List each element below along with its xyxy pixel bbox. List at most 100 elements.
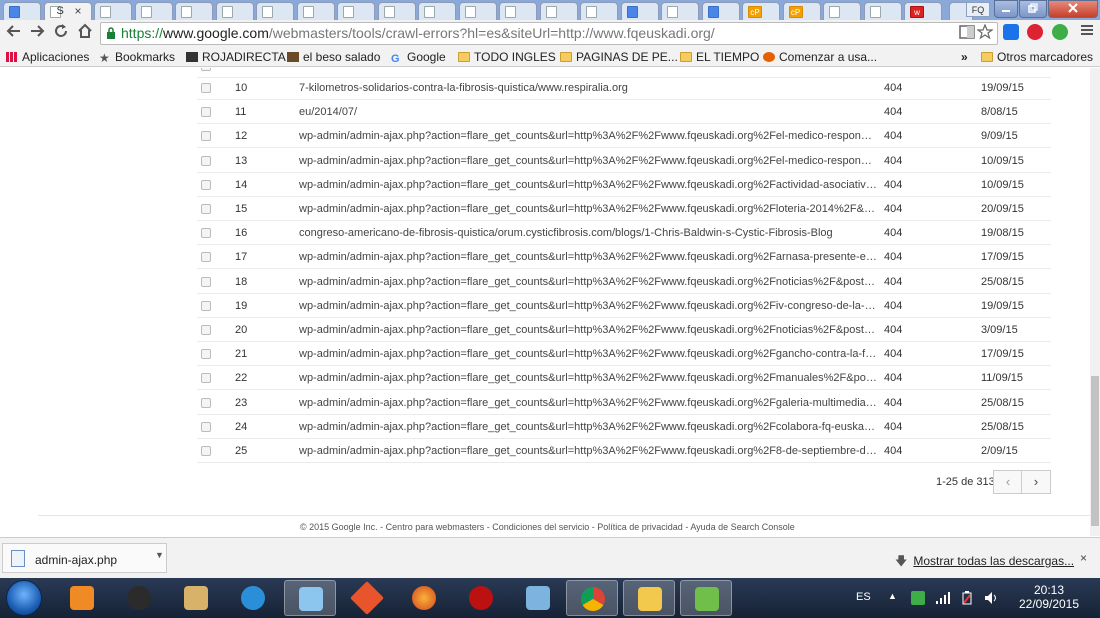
table-row[interactable]: 15 wp-admin/admin-ajax.php?action=flare_g…	[197, 197, 1051, 221]
row-url[interactable]: eu/2014/07/	[299, 106, 877, 118]
table-row[interactable]: 17 wp-admin/admin-ajax.php?action=flare_g…	[197, 245, 1051, 270]
bookmark-star-icon[interactable]	[976, 23, 994, 40]
bookmarks-overflow-button[interactable]: »	[961, 49, 968, 65]
bookmark-el-beso-salado[interactable]: el beso salado	[287, 49, 380, 65]
row-checkbox[interactable]	[201, 349, 211, 360]
page-action-icon[interactable]	[959, 24, 975, 40]
browser-tab[interactable]	[863, 2, 902, 20]
restore-button[interactable]	[1019, 0, 1047, 18]
row-url[interactable]: wp-admin/admin-ajax.php?action=flare_get…	[299, 445, 877, 457]
table-row[interactable]: 24 wp-admin/admin-ajax.php?action=flare_g…	[197, 415, 1051, 439]
minimize-button[interactable]	[994, 0, 1018, 18]
chevron-down-icon[interactable]: ▼	[155, 550, 164, 560]
table-row[interactable]: 13 wp-admin/admin-ajax.php?action=flare_g…	[197, 149, 1051, 173]
taskbar-app-4[interactable]	[227, 580, 279, 616]
row-url[interactable]: wp-admin/admin-ajax.php?action=flare_get…	[299, 372, 877, 384]
taskbar-app-3[interactable]	[170, 580, 222, 616]
taskbar-app-8[interactable]	[455, 580, 507, 616]
reload-button[interactable]	[51, 23, 71, 43]
taskbar-app-9[interactable]	[512, 580, 564, 616]
tray-app-icon[interactable]	[911, 591, 925, 605]
table-row[interactable]: 25 wp-admin/admin-ajax.php?action=flare_g…	[197, 439, 1051, 463]
row-checkbox[interactable]	[201, 397, 211, 408]
table-row[interactable]: 19 wp-admin/admin-ajax.php?action=flare_g…	[197, 294, 1051, 318]
row-url[interactable]: wp-admin/admin-ajax.php?action=flare_get…	[299, 421, 877, 433]
row-url[interactable]: 7-kilometros-solidarios-contra-la-fibros…	[299, 82, 877, 94]
bookmark-todo-ingles[interactable]: TODO INGLES	[458, 49, 556, 65]
browser-tab[interactable]	[3, 2, 41, 20]
table-row[interactable]: 22 wp-admin/admin-ajax.php?action=flare_g…	[197, 366, 1051, 391]
bookmark-google[interactable]: G Google	[391, 49, 446, 65]
forward-button[interactable]	[27, 23, 47, 43]
table-row[interactable]: 12 wp-admin/admin-ajax.php?action=flare_g…	[197, 124, 1051, 149]
row-checkbox[interactable]	[201, 107, 211, 118]
row-url[interactable]: wp-admin/admin-ajax.php?action=flare_get…	[299, 130, 877, 142]
row-url[interactable]: wp-admin/admin-ajax.php?action=flare_get…	[299, 251, 877, 263]
volume-icon[interactable]	[984, 591, 1000, 608]
prev-page-button[interactable]: ‹	[993, 470, 1023, 494]
browser-tab[interactable]	[337, 2, 375, 20]
start-button[interactable]	[6, 580, 42, 616]
adblock-icon[interactable]	[1027, 24, 1043, 40]
row-url[interactable]: wp-admin/admin-ajax.php?action=flare_get…	[299, 179, 877, 191]
browser-tab[interactable]	[701, 2, 740, 20]
download-extension-icon[interactable]	[1003, 24, 1019, 40]
browser-tab[interactable]: cP	[782, 2, 821, 20]
browser-tab[interactable]: w	[904, 2, 942, 20]
browser-tab[interactable]	[134, 2, 173, 20]
browser-tab[interactable]: S ×	[43, 2, 92, 20]
table-row[interactable]: 16 congreso-americano-de-fibrosis-quistic…	[197, 221, 1051, 246]
browser-tab[interactable]	[580, 2, 618, 20]
row-url[interactable]: congreso-americano-de-fibrosis-quistica/…	[299, 227, 877, 239]
next-page-button[interactable]: ›	[1021, 470, 1051, 494]
table-row[interactable]: 18 wp-admin/admin-ajax.php?action=flare_g…	[197, 270, 1051, 294]
row-checkbox[interactable]	[201, 155, 211, 166]
browser-tab[interactable]	[823, 2, 861, 20]
table-row[interactable]: 11 eu/2014/07/404 8/08/15	[197, 100, 1051, 125]
battery-icon[interactable]	[960, 591, 974, 608]
language-indicator[interactable]: ES	[856, 591, 871, 603]
browser-tab[interactable]	[175, 2, 213, 20]
browser-tab[interactable]	[661, 2, 699, 20]
browser-tab[interactable]	[458, 2, 497, 20]
browser-tab[interactable]	[296, 2, 335, 20]
browser-tab[interactable]	[499, 2, 537, 20]
row-url[interactable]: wp-admin/admin-ajax.php?action=flare_get…	[299, 276, 877, 288]
table-row[interactable]: 21 wp-admin/admin-ajax.php?action=flare_g…	[197, 342, 1051, 367]
address-bar[interactable]: https://www.google.com/webmasters/tools/…	[100, 22, 998, 45]
row-checkbox[interactable]	[201, 131, 211, 142]
taskbar-app-2[interactable]	[113, 580, 165, 616]
bookmark-bookmarks[interactable]: ★ Bookmarks	[99, 49, 175, 65]
table-row[interactable]: 14 wp-admin/admin-ajax.php?action=flare_g…	[197, 173, 1051, 197]
close-downloads-bar-button[interactable]: ×	[1080, 551, 1087, 565]
row-checkbox[interactable]	[201, 446, 211, 456]
browser-tab[interactable]	[539, 2, 578, 20]
row-checkbox[interactable]	[201, 373, 211, 384]
taskbar-app-6[interactable]	[341, 580, 393, 616]
taskbar-firefox[interactable]	[398, 580, 450, 616]
bookmark-el-tiempo[interactable]: EL TIEMPO	[680, 49, 759, 65]
download-item[interactable]: admin-ajax.php ▼	[2, 543, 167, 573]
bookmark-comenzar-a-usa[interactable]: Comenzar a usa...	[763, 49, 877, 65]
browser-tab[interactable]: cP	[742, 2, 780, 20]
row-checkbox[interactable]	[201, 325, 211, 335]
taskbar-app-12[interactable]	[680, 580, 732, 616]
signal-icon[interactable]	[936, 592, 950, 607]
bookmark-paginas-de-pe[interactable]: PAGINAS DE PE...	[560, 49, 678, 65]
browser-tab[interactable]	[215, 2, 254, 20]
scrollbar-thumb[interactable]	[1091, 376, 1099, 526]
bookmark-aplicaciones[interactable]: Aplicaciones	[6, 49, 89, 65]
row-checkbox[interactable]	[201, 421, 211, 432]
row-url[interactable]: wp-admin/admin-ajax.php?action=flare_get…	[299, 203, 877, 215]
bookmark-rojadirecta[interactable]: ROJADIRECTA	[186, 49, 286, 65]
system-clock[interactable]: 20:13 22/09/2015	[1014, 583, 1084, 611]
close-tab-icon[interactable]: ×	[75, 4, 82, 18]
close-window-button[interactable]	[1048, 0, 1098, 18]
row-url[interactable]: wp-admin/admin-ajax.php?action=flare_get…	[299, 397, 877, 409]
back-button[interactable]	[4, 23, 24, 43]
row-checkbox[interactable]	[201, 252, 211, 263]
show-all-downloads-link[interactable]: 🡇 Mostrar todas las descargas...	[895, 552, 1074, 573]
row-url[interactable]: wp-admin/admin-ajax.php?action=flare_get…	[299, 324, 877, 336]
home-button[interactable]	[75, 23, 95, 43]
browser-tab[interactable]	[377, 2, 416, 20]
